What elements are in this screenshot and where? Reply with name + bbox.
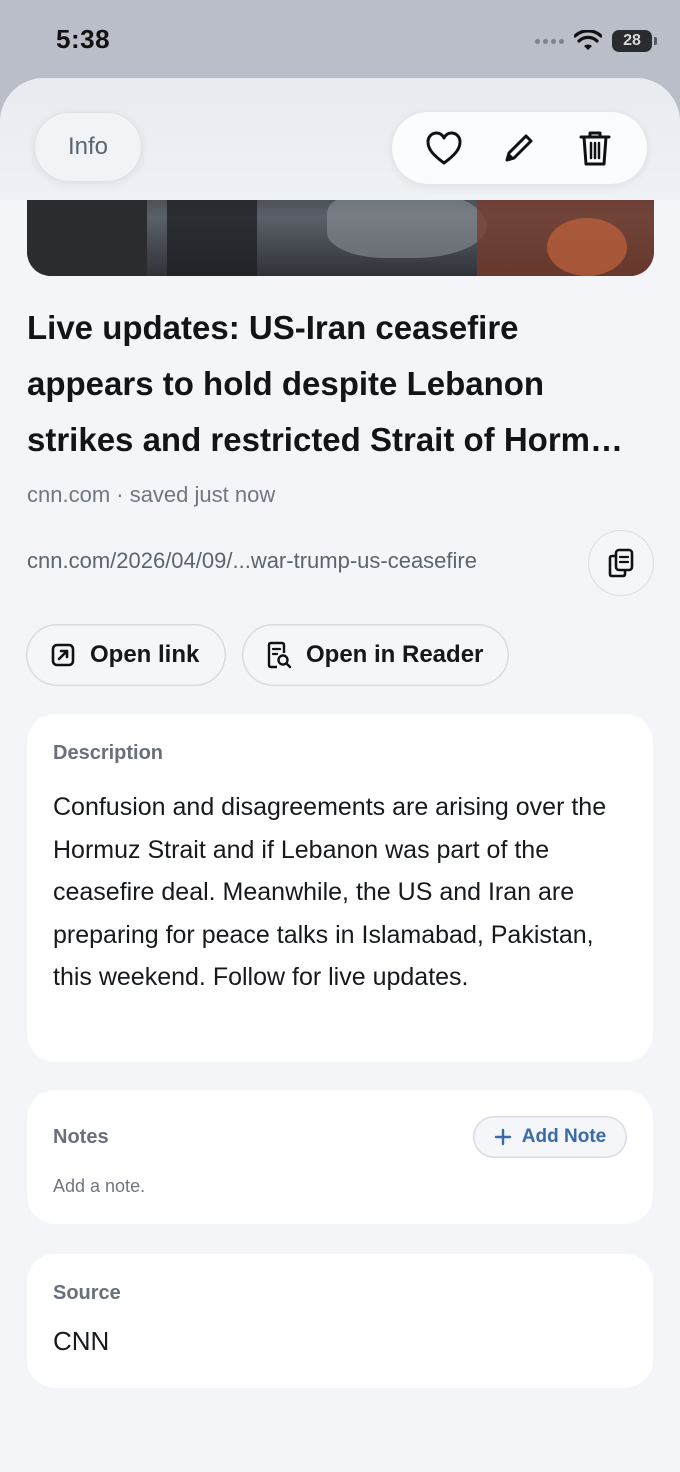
open-link-button[interactable]: Open link [26, 624, 226, 686]
wifi-icon [574, 30, 602, 50]
favorite-button[interactable] [421, 125, 467, 171]
edit-button[interactable] [496, 125, 542, 171]
delete-button[interactable] [572, 125, 618, 171]
description-text: Confusion and disagreements are arising … [53, 793, 607, 991]
source-card: Source CNN [27, 1254, 653, 1388]
external-link-icon [51, 643, 75, 667]
description-label: Description [53, 742, 164, 764]
article-meta: cnn.com · saved just now [27, 482, 276, 507]
article-title: Live updates: US-Iran ceasefire appears … [27, 309, 623, 458]
open-in-reader-button[interactable]: Open in Reader [242, 624, 509, 686]
pencil-icon [505, 134, 533, 162]
add-note-button[interactable]: Add Note [473, 1116, 627, 1158]
open-in-reader-label: Open in Reader [306, 641, 484, 668]
trash-icon [579, 131, 611, 166]
heart-icon [426, 131, 462, 165]
notes-card: Notes Add Note Add a note. [27, 1090, 653, 1224]
source-value: CNN [53, 1326, 110, 1356]
status-bar: 5:38 28 [0, 0, 680, 80]
add-note-label: Add Note [521, 1126, 607, 1147]
reader-search-icon [267, 641, 292, 669]
battery-icon: 28 [612, 30, 657, 52]
copy-icon [608, 548, 634, 578]
action-toolbar [392, 112, 647, 184]
info-tab-button[interactable]: Info [34, 112, 142, 182]
status-time: 5:38 [56, 24, 111, 54]
status-icons: 28 [535, 28, 657, 54]
description-card: Description Confusion and disagreements … [27, 714, 653, 1062]
plus-icon [494, 1128, 511, 1146]
cellular-signal-icon [535, 38, 564, 44]
article-url: cnn.com/2026/04/09/...war-trump-us-cease… [27, 548, 477, 573]
notes-placeholder[interactable]: Add a note. [53, 1176, 145, 1197]
copy-url-button[interactable] [588, 530, 654, 596]
notes-label: Notes [53, 1126, 109, 1148]
source-label: Source [53, 1282, 121, 1304]
info-sheet: Info Live updates: US-Iran ceasefire app… [0, 78, 680, 1472]
open-link-label: Open link [90, 641, 200, 668]
